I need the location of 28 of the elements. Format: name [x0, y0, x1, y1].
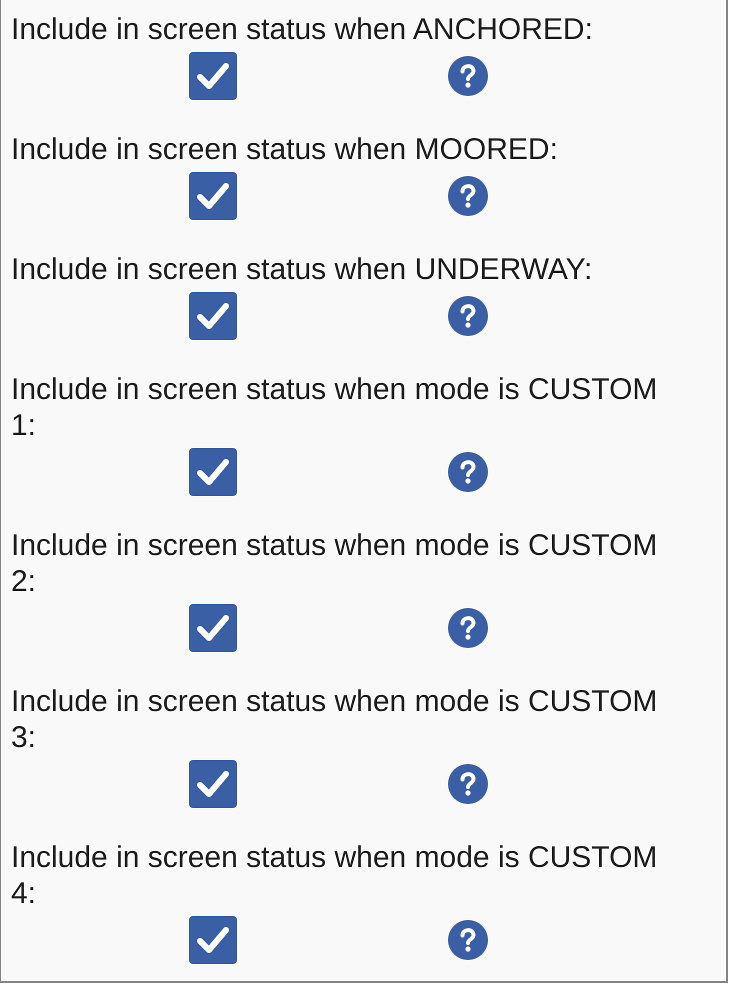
- setting-label: Include in screen status when mode is CUSTOM 1:: [11, 372, 658, 444]
- checkbox[interactable]: [189, 604, 237, 652]
- setting-label: Include in screen status when mode is CUSTOM 4:: [11, 840, 658, 912]
- help-icon[interactable]: [448, 296, 488, 336]
- help-icon[interactable]: [448, 764, 488, 804]
- help-icon[interactable]: [448, 176, 488, 216]
- help-icon[interactable]: [448, 56, 488, 96]
- checkbox[interactable]: [189, 52, 237, 100]
- checkmark-icon: [196, 61, 230, 91]
- checkmark-icon: [196, 457, 230, 487]
- checkbox[interactable]: [189, 916, 237, 964]
- checkbox[interactable]: [189, 760, 237, 808]
- help-icon[interactable]: [448, 452, 488, 492]
- setting-label: Include in screen status when UNDERWAY:: [11, 252, 594, 288]
- checkmark-icon: [196, 613, 230, 643]
- setting-label: Include in screen status when mode is CUSTOM 2:: [11, 528, 658, 600]
- checkmark-icon: [196, 925, 230, 955]
- checkbox[interactable]: [189, 448, 237, 496]
- checkbox[interactable]: [189, 172, 237, 220]
- checkmark-icon: [196, 181, 230, 211]
- setting-label: Include in screen status when mode is CUSTOM 3:: [11, 684, 658, 756]
- checkbox[interactable]: [189, 292, 237, 340]
- help-icon[interactable]: [448, 920, 488, 960]
- help-icon[interactable]: [448, 608, 488, 648]
- setting-label: Include in screen status when MOORED:: [11, 132, 559, 168]
- checkmark-icon: [196, 769, 230, 799]
- setting-label: Include in screen status when ANCHORED:: [11, 12, 594, 48]
- checkmark-icon: [196, 301, 230, 331]
